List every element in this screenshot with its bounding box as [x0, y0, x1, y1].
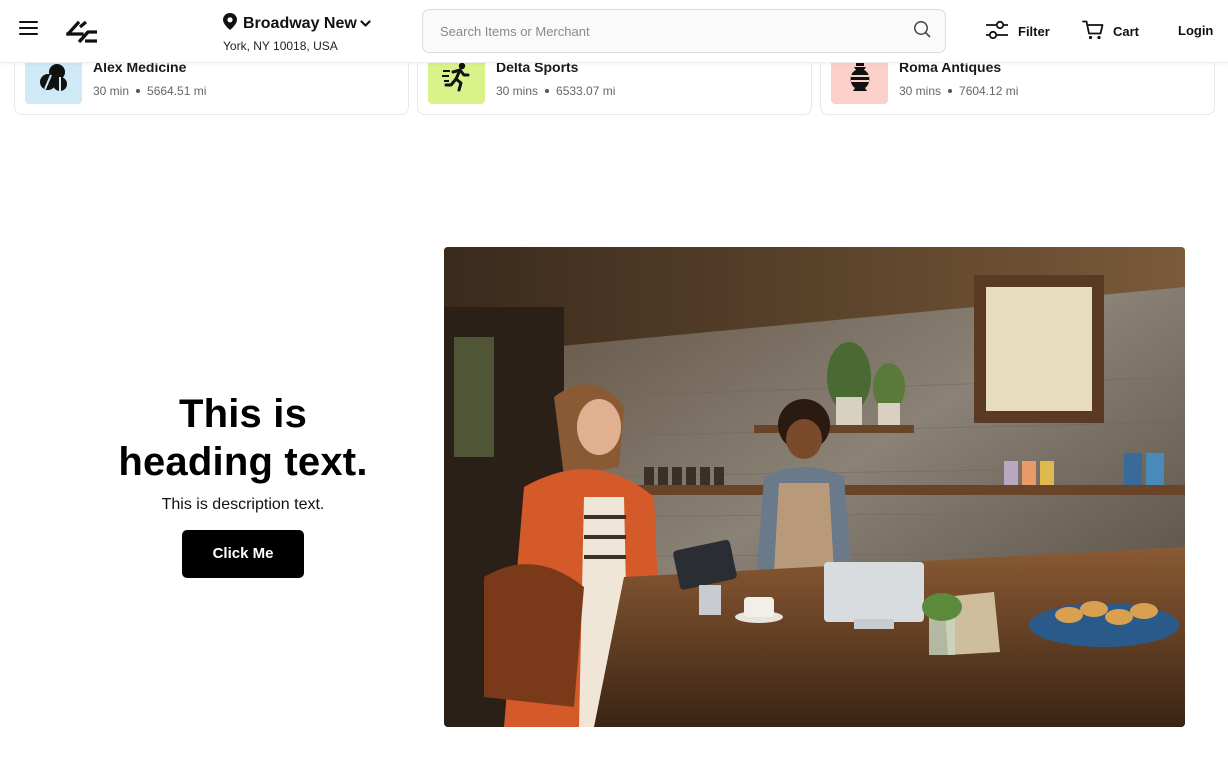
distance: 6533.07 mi: [556, 84, 616, 98]
separator-dot: [948, 89, 953, 93]
brand-logo[interactable]: [65, 17, 100, 45]
hero-heading: This is heading text.: [90, 390, 396, 486]
search-icon[interactable]: [913, 20, 931, 43]
distance: 5664.51 mi: [147, 84, 207, 98]
search-input[interactable]: [440, 23, 913, 39]
hero-heading-line: This is: [178, 392, 308, 436]
cart-icon: [1082, 20, 1104, 43]
hero-image: [444, 247, 1185, 727]
chevron-down-icon: [360, 15, 371, 33]
delivery-time: 30 min: [93, 84, 130, 98]
filter-label: Filter: [1018, 24, 1050, 39]
hero-description: This is description text.: [161, 496, 325, 513]
hero-heading-line: heading text.: [118, 440, 368, 484]
delivery-time: 30 mins: [496, 84, 539, 98]
cart-button[interactable]: Cart: [1082, 20, 1139, 43]
location-selector[interactable]: Broadway New York, NY 10018, USA: [223, 13, 371, 53]
filter-button[interactable]: Filter: [985, 20, 1050, 43]
hamburger-menu-icon[interactable]: [19, 21, 41, 41]
filter-sliders-icon: [985, 20, 1009, 43]
separator-dot: [136, 89, 141, 93]
location-title: Broadway New: [243, 15, 357, 32]
click-me-button[interactable]: Click Me: [182, 530, 304, 578]
location-subtitle: York, NY 10018, USA: [223, 39, 338, 53]
login-link[interactable]: Login: [1178, 23, 1213, 38]
hero-text-block: This is heading text. This is descriptio…: [90, 390, 396, 578]
separator-dot: [545, 89, 550, 93]
delivery-time: 30 mins: [899, 84, 942, 98]
distance: 7604.12 mi: [959, 84, 1019, 98]
top-header: Broadway New York, NY 10018, USA Search …: [0, 0, 1228, 63]
cart-label: Cart: [1113, 24, 1140, 39]
location-pin-icon: [223, 13, 237, 35]
search-bar: [422, 9, 946, 53]
